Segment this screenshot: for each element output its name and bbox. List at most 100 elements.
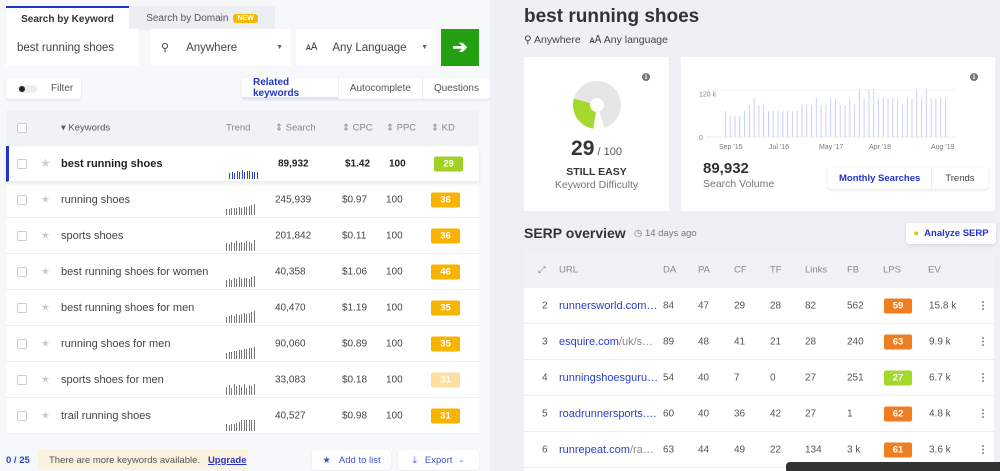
volume-bar[interactable] — [830, 98, 832, 137]
star-icon[interactable]: ★ — [41, 410, 50, 421]
volume-bar[interactable] — [772, 110, 774, 137]
tab-search-by-domain[interactable]: Search by Domain NEW — [129, 6, 275, 30]
volume-bar[interactable] — [911, 98, 913, 137]
row-checkbox[interactable] — [17, 410, 27, 421]
tab-monthly-searches[interactable]: Monthly Searches — [828, 168, 933, 189]
volume-bar[interactable] — [748, 104, 750, 137]
star-icon[interactable]: ★ — [41, 302, 50, 313]
more-options-icon[interactable]: ⋮ — [978, 372, 988, 383]
volume-bar[interactable] — [815, 98, 817, 137]
star-icon[interactable]: ★ — [41, 338, 50, 349]
row-checkbox[interactable] — [17, 266, 27, 277]
star-icon[interactable]: ★ — [41, 194, 50, 205]
volume-bar[interactable] — [839, 104, 841, 137]
volume-bar[interactable] — [945, 98, 946, 137]
tab-search-by-keyword[interactable]: Search by Keyword — [6, 6, 129, 30]
volume-bar[interactable] — [901, 104, 903, 137]
select-all-checkbox[interactable] — [17, 123, 27, 133]
tab-related-keywords[interactable]: Related keywords — [242, 77, 339, 99]
upgrade-link[interactable]: Upgrade — [208, 455, 247, 466]
volume-bar[interactable] — [729, 115, 731, 137]
volume-bar[interactable] — [916, 88, 918, 137]
volume-bar[interactable] — [791, 110, 793, 137]
volume-bar[interactable] — [906, 98, 908, 137]
row-checkbox[interactable] — [17, 338, 27, 349]
volume-bar[interactable] — [868, 88, 870, 137]
kd-column-header[interactable]: ⇕ KD — [431, 123, 455, 134]
keyword-input[interactable]: best running shoes — [6, 29, 139, 66]
volume-bar[interactable] — [796, 110, 798, 137]
volume-bar[interactable] — [940, 98, 942, 137]
more-options-icon[interactable]: ⋮ — [978, 444, 988, 455]
result-url[interactable]: runrepeat.com/ra… — [559, 444, 654, 456]
volume-bar[interactable] — [873, 88, 875, 137]
row-checkbox[interactable] — [17, 230, 27, 241]
keyword-row[interactable]: ★ running shoes for men 90,060 $0.89 100… — [6, 326, 479, 362]
volume-bar[interactable] — [768, 110, 769, 137]
keyword-row[interactable]: ★ best running shoes for men 40,470 $1.1… — [6, 290, 479, 326]
result-url[interactable]: roadrunnersports.… — [559, 408, 657, 420]
volume-bar[interactable] — [854, 104, 856, 137]
volume-bar[interactable] — [930, 98, 932, 137]
language-select[interactable]: 🗚 Any Language ▼ — [296, 29, 436, 66]
volume-bar[interactable] — [825, 104, 827, 137]
star-icon[interactable]: ★ — [41, 158, 50, 169]
location-select[interactable]: ⚲ Anywhere ▼ — [151, 29, 291, 66]
volume-bar[interactable] — [777, 110, 779, 137]
keyword-row[interactable]: ★ sports shoes for men 33,083 $0.18 100 … — [6, 362, 479, 398]
volume-bar[interactable] — [811, 104, 812, 137]
row-checkbox[interactable] — [17, 194, 27, 205]
keyword-row[interactable]: ★ trail running shoes 40,527 $0.98 100 3… — [6, 398, 479, 434]
search-column-header[interactable]: ⇕ Search — [275, 123, 316, 134]
info-icon[interactable]: i — [642, 73, 650, 81]
volume-bar[interactable] — [835, 98, 836, 137]
volume-bar[interactable] — [806, 104, 808, 137]
volume-bar[interactable] — [935, 98, 937, 137]
keyword-text[interactable]: running shoes for men — [61, 338, 170, 350]
star-icon[interactable]: ★ — [41, 266, 50, 277]
volume-bar[interactable] — [921, 98, 922, 137]
keyword-text[interactable]: trail running shoes — [61, 410, 151, 422]
volume-bar[interactable] — [820, 104, 822, 137]
add-to-list-button[interactable]: ★ Add to list — [312, 450, 391, 470]
volume-bar[interactable] — [753, 98, 755, 137]
keyword-text[interactable]: best running shoes — [61, 158, 162, 170]
row-checkbox[interactable] — [17, 374, 27, 385]
row-checkbox[interactable] — [17, 302, 27, 313]
volume-bar[interactable] — [897, 98, 899, 137]
volume-bar[interactable] — [863, 98, 865, 137]
expand-icon[interactable]: ⤢ — [538, 264, 546, 275]
keywords-column-header[interactable]: ▾ Keywords — [61, 123, 110, 134]
volume-bar[interactable] — [844, 104, 846, 137]
volume-bar[interactable] — [849, 98, 851, 137]
result-url[interactable]: runnersworld.com… — [559, 300, 657, 312]
more-options-icon[interactable]: ⋮ — [978, 408, 988, 419]
keyword-row[interactable]: ★ running shoes 245,939 $0.97 100 36 — [6, 182, 479, 218]
result-url[interactable]: esquire.com/uk/s… — [559, 336, 653, 348]
more-options-icon[interactable]: ⋮ — [978, 336, 988, 347]
star-icon[interactable]: ★ — [41, 230, 50, 241]
volume-bar[interactable] — [725, 110, 726, 137]
cpc-column-header[interactable]: ⇕ CPC — [342, 123, 373, 134]
keyword-row[interactable]: ★ best running shoes for women 40,358 $1… — [6, 254, 479, 290]
volume-bar[interactable] — [763, 104, 765, 137]
volume-bar[interactable] — [892, 98, 894, 137]
row-checkbox[interactable] — [17, 158, 27, 169]
ppc-column-header[interactable]: ⇕ PPC — [386, 123, 416, 134]
volume-bar[interactable] — [882, 98, 884, 137]
export-button[interactable]: ⤓ Export ⌄ — [398, 450, 479, 470]
keyword-text[interactable]: sports shoes — [61, 230, 123, 242]
analyze-serp-button[interactable]: ● Analyze SERP — [906, 223, 996, 244]
volume-bar[interactable] — [782, 110, 784, 137]
filter-toggle[interactable]: Filter — [6, 78, 81, 99]
star-icon[interactable]: ★ — [41, 374, 50, 385]
more-options-icon[interactable]: ⋮ — [978, 300, 988, 311]
tab-autocomplete[interactable]: Autocomplete — [339, 78, 423, 99]
result-url[interactable]: runningshoesguru… — [559, 372, 658, 384]
volume-bar[interactable] — [801, 104, 803, 137]
volume-bar[interactable] — [739, 115, 741, 137]
volume-bar[interactable] — [925, 88, 927, 137]
search-go-button[interactable]: ➔ — [441, 29, 479, 66]
volume-bar[interactable] — [887, 98, 889, 137]
keyword-row[interactable]: ★ sports shoes 201,842 $0.11 100 36 — [6, 218, 479, 254]
